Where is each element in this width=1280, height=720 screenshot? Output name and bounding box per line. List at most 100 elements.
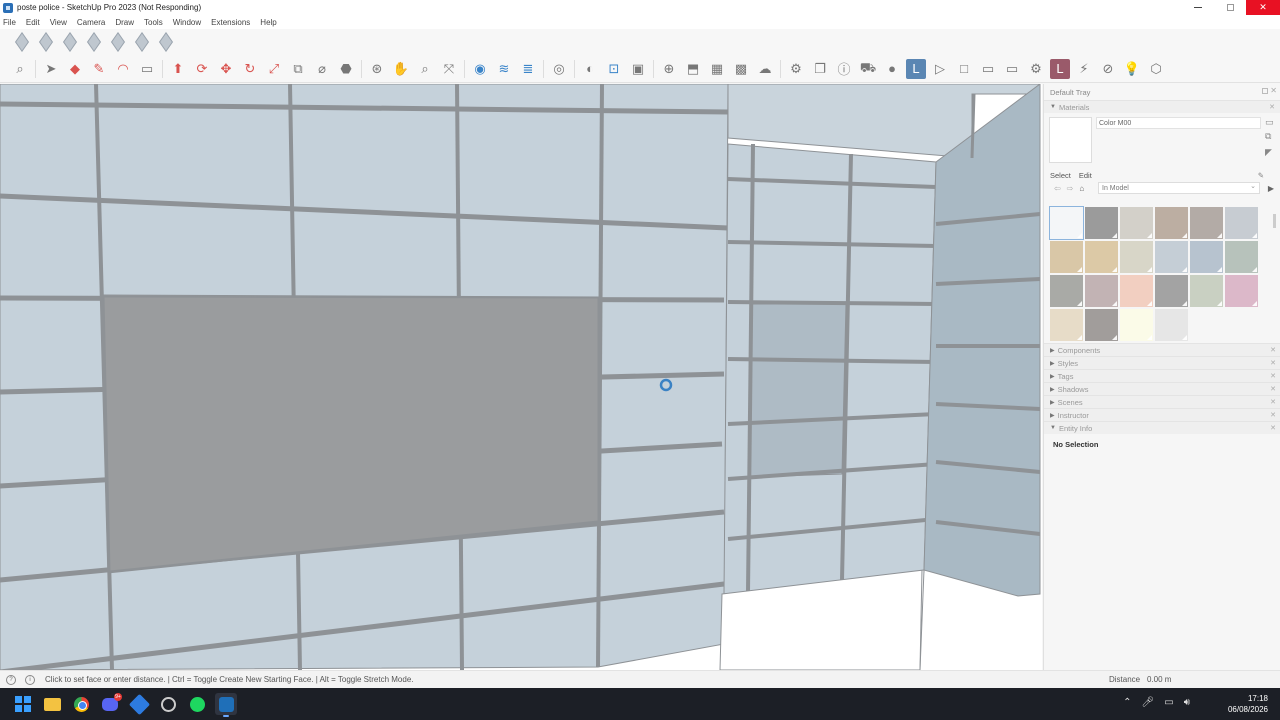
push-pull-tool-icon[interactable]: ⬆ (166, 58, 190, 80)
section-styles[interactable]: ▶ Styles ✕ (1044, 356, 1280, 369)
details-arrow-icon[interactable]: ▶ (1268, 184, 1274, 193)
lightning-icon[interactable]: ⚡ (1072, 58, 1096, 80)
material-swatch[interactable] (1190, 241, 1223, 273)
chrome-button[interactable] (70, 693, 92, 715)
maximize-button[interactable] (1214, 0, 1246, 15)
extension-icon[interactable]: ⬡ (1144, 58, 1168, 80)
bottom-view-icon[interactable] (159, 32, 173, 52)
tray-close-icon[interactable]: ✕ (1270, 86, 1277, 95)
back-view-icon[interactable] (111, 32, 125, 52)
cloud-icon[interactable]: ☁ (753, 58, 777, 80)
model-viewport[interactable] (0, 84, 1042, 670)
warehouse-icon[interactable]: ◉ (468, 58, 492, 80)
select-tool-icon[interactable]: ➤ (39, 58, 63, 80)
section-close-icon[interactable]: ✕ (1270, 411, 1276, 419)
section-close-icon[interactable]: ✕ (1270, 385, 1276, 393)
scene-canvas[interactable] (0, 84, 1042, 670)
network-icon[interactable]: ▭ (1164, 697, 1173, 708)
eraser-tool-icon[interactable]: ◆ (63, 58, 87, 80)
camera-icon[interactable]: ▭ (976, 58, 1000, 80)
menu-camera[interactable]: Camera (77, 18, 105, 27)
tab-select[interactable]: Select (1050, 171, 1071, 180)
search-icon[interactable]: ⌕ (8, 58, 32, 80)
start-button[interactable] (12, 693, 34, 715)
section-plane-icon[interactable]: ⊡ (602, 58, 626, 80)
section-instructor[interactable]: ▶ Instructor ✕ (1044, 408, 1280, 421)
material-swatch[interactable] (1120, 309, 1153, 341)
orbit-tool-icon[interactable]: ⊛ (365, 58, 389, 80)
stop-icon[interactable]: □ (952, 58, 976, 80)
material-swatch[interactable] (1155, 309, 1188, 341)
play-icon[interactable]: ▷ (928, 58, 952, 80)
zoom-extents-icon[interactable]: ⤧ (437, 58, 461, 80)
lightbulb-icon[interactable]: 💡 (1120, 58, 1144, 80)
add-location-icon[interactable]: ⊕ (657, 58, 681, 80)
material-swatch[interactable] (1225, 241, 1258, 273)
plugin-icon[interactable]: L (1050, 58, 1070, 79)
scale-tool-icon[interactable]: ⤢ (262, 58, 286, 80)
menu-extensions[interactable]: Extensions (211, 18, 250, 27)
spotify-button[interactable] (186, 693, 208, 715)
tape-measure-icon[interactable]: ⌀ (310, 58, 334, 80)
volume-icon[interactable]: 🔊︎ (1184, 697, 1190, 708)
terrain-icon[interactable]: ▦ (705, 58, 729, 80)
section-close-icon[interactable]: ✕ (1269, 103, 1275, 111)
menu-window[interactable]: Window (173, 18, 201, 27)
material-swatch[interactable] (1049, 206, 1084, 240)
taskbar-clock[interactable]: 17:18 06/08/2026 (1228, 693, 1268, 715)
line-tool-icon[interactable]: ✎ (87, 58, 111, 80)
iso-view-icon[interactable] (15, 32, 29, 52)
arc-tool-icon[interactable]: ◠ (111, 58, 135, 80)
material-swatch[interactable] (1190, 275, 1223, 307)
default-material-icon[interactable]: ◤ (1265, 147, 1275, 157)
forward-arrow-icon[interactable]: ⇨ (1067, 184, 1074, 193)
left-view-icon[interactable] (135, 32, 149, 52)
menu-edit[interactable]: Edit (26, 18, 40, 27)
material-swatch[interactable] (1225, 275, 1258, 307)
sample-paint-icon[interactable]: ✎ (1258, 171, 1264, 180)
section-close-icon[interactable]: ✕ (1270, 359, 1276, 367)
zoom-tool-icon[interactable]: ⌕ (413, 58, 437, 80)
solid-tools-icon[interactable]: ◐ (578, 58, 602, 80)
cancel-icon[interactable]: ⊘ (1096, 58, 1120, 80)
microphone-icon[interactable]: 🎤︎ (1142, 697, 1155, 708)
top-view-icon[interactable] (39, 32, 53, 52)
section-shadows[interactable]: ▶ Shadows ✕ (1044, 382, 1280, 395)
material-name-field[interactable]: Color M00 (1096, 117, 1261, 129)
section-entity-info[interactable]: ▼ Entity Info ✕ (1044, 421, 1280, 434)
material-swatch[interactable] (1120, 275, 1153, 307)
settings-icon[interactable]: ⚙ (1024, 58, 1048, 80)
chevron-up-icon[interactable]: ⌃ (1123, 697, 1131, 708)
menu-tools[interactable]: Tools (144, 18, 163, 27)
display-secondary-icon[interactable]: ▭ (1265, 117, 1275, 127)
discord-button[interactable]: 9+ (99, 693, 122, 715)
follow-me-tool-icon[interactable]: ⟳ (190, 58, 214, 80)
minimize-button[interactable] (1182, 0, 1214, 15)
layers-icon[interactable]: ≣ (516, 58, 540, 80)
section-close-icon[interactable]: ✕ (1270, 372, 1276, 380)
components-icon[interactable]: ⚙ (784, 58, 808, 80)
measurements-input[interactable]: 0.00 m (1147, 675, 1171, 684)
create-material-icon[interactable]: ⧉ (1265, 131, 1275, 141)
menu-file[interactable]: File (3, 18, 16, 27)
outliner-icon[interactable]: ❐ (808, 58, 832, 80)
material-swatch[interactable] (1085, 309, 1118, 341)
section-scenes[interactable]: ▶ Scenes ✕ (1044, 395, 1280, 408)
move-tool-icon[interactable]: ✥ (214, 58, 238, 80)
info-circle-icon[interactable]: i (25, 674, 35, 685)
swatch-scrollbar[interactable] (1273, 214, 1276, 228)
material-swatch[interactable] (1085, 241, 1118, 273)
paint-bucket-icon[interactable]: ⬣ (334, 58, 358, 80)
display-section-icon[interactable]: ▣ (626, 58, 650, 80)
material-swatch[interactable] (1050, 275, 1083, 307)
rotate-tool-icon[interactable]: ↻ (238, 58, 262, 80)
visual-studio-button[interactable] (128, 693, 150, 715)
material-swatch[interactable] (1085, 207, 1118, 239)
rectangle-tool-icon[interactable]: ▭ (135, 58, 159, 80)
sketchup-taskbar-button[interactable] (215, 693, 237, 717)
material-swatch[interactable] (1085, 275, 1118, 307)
section-tags[interactable]: ▶ Tags ✕ (1044, 369, 1280, 382)
section-close-icon[interactable]: ✕ (1270, 346, 1276, 354)
menu-view[interactable]: View (50, 18, 67, 27)
layout-icon[interactable]: L (906, 58, 926, 79)
